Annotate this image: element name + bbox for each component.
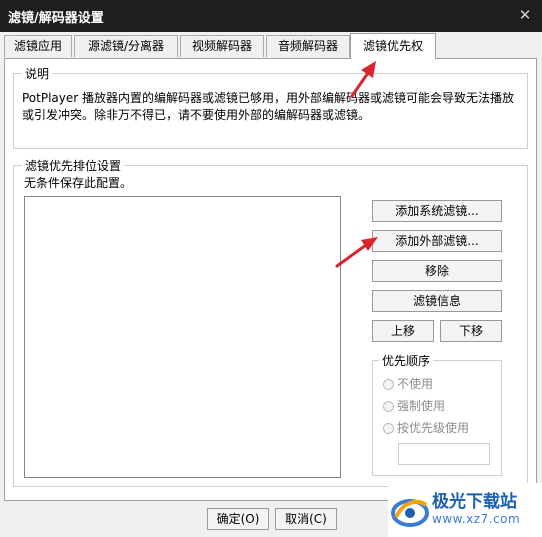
radio-button-icon — [383, 423, 394, 434]
move-down-button[interactable]: 下移 — [440, 320, 502, 342]
tab-source-filter-splitter[interactable]: 源滤镜/分离器 — [74, 35, 178, 57]
watermark-url: www.xz7.com — [432, 512, 521, 526]
window-title: 滤镜/解码器设置 — [8, 11, 104, 26]
add-external-filter-button[interactable]: 添加外部滤镜... — [372, 230, 502, 252]
title-bar: 滤镜/解码器设置 ✕ — [0, 0, 542, 32]
save-config-note: 无条件保存此配置。 — [24, 176, 133, 190]
radio-not-use[interactable]: 不使用 — [383, 375, 433, 393]
tab-video-decoder[interactable]: 视频解码器 — [180, 35, 264, 57]
description-text: PotPlayer 播放器内置的编解码器或滤镜已够用，用外部编解码器或滤镜可能会… — [22, 91, 515, 122]
priority-settings-legend: 滤镜优先排位设置 — [22, 157, 125, 174]
site-logo-icon — [391, 499, 429, 527]
tab-filter-apply[interactable]: 滤镜应用 — [4, 35, 72, 57]
radio-label: 不使用 — [397, 377, 434, 391]
description-legend: 说明 — [22, 65, 53, 82]
add-system-filter-button[interactable]: 添加系统滤镜... — [372, 200, 502, 222]
filter-decoder-settings-window: 滤镜/解码器设置 ✕ 滤镜应用 源滤镜/分离器 视频解码器 音频解码器 滤镜优先… — [0, 0, 542, 537]
remove-button[interactable]: 移除 — [372, 260, 502, 282]
priority-settings-group: 滤镜优先排位设置 无条件保存此配置。 添加系统滤镜... 添加外部滤镜... 移… — [13, 157, 528, 487]
radio-use-by-priority[interactable]: 按优先级使用 — [383, 419, 469, 437]
radio-force-use[interactable]: 强制使用 — [383, 397, 445, 415]
radio-label: 强制使用 — [397, 399, 446, 413]
close-icon[interactable]: ✕ — [514, 4, 536, 26]
priority-order-group: 优先顺序 不使用 强制使用 按优先级使用 — [372, 352, 502, 476]
ok-button[interactable]: 确定(O) — [207, 508, 269, 530]
priority-order-legend: 优先顺序 — [379, 352, 434, 369]
tab-panel-filter-priority: 说明 PotPlayer 播放器内置的编解码器或滤镜已够用，用外部编解码器或滤镜… — [4, 58, 537, 501]
tab-bar: 滤镜应用 源滤镜/分离器 视频解码器 音频解码器 滤镜优先权 — [4, 33, 538, 59]
tab-filter-priority[interactable]: 滤镜优先权 — [350, 33, 436, 59]
radio-label: 按优先级使用 — [397, 421, 470, 435]
cancel-button[interactable]: 取消(C) — [275, 508, 337, 530]
watermark: 极光下载站 www.xz7.com — [388, 483, 542, 537]
filter-info-button[interactable]: 滤镜信息 — [372, 290, 502, 312]
radio-button-icon — [383, 401, 394, 412]
tab-audio-decoder[interactable]: 音频解码器 — [266, 35, 350, 57]
watermark-title: 极光下载站 — [432, 492, 517, 512]
radio-button-icon — [383, 379, 394, 390]
description-group: 说明 PotPlayer 播放器内置的编解码器或滤镜已够用，用外部编解码器或滤镜… — [13, 65, 528, 149]
priority-value-input[interactable] — [398, 443, 490, 465]
filter-priority-list[interactable] — [24, 196, 341, 478]
move-up-button[interactable]: 上移 — [372, 320, 434, 342]
